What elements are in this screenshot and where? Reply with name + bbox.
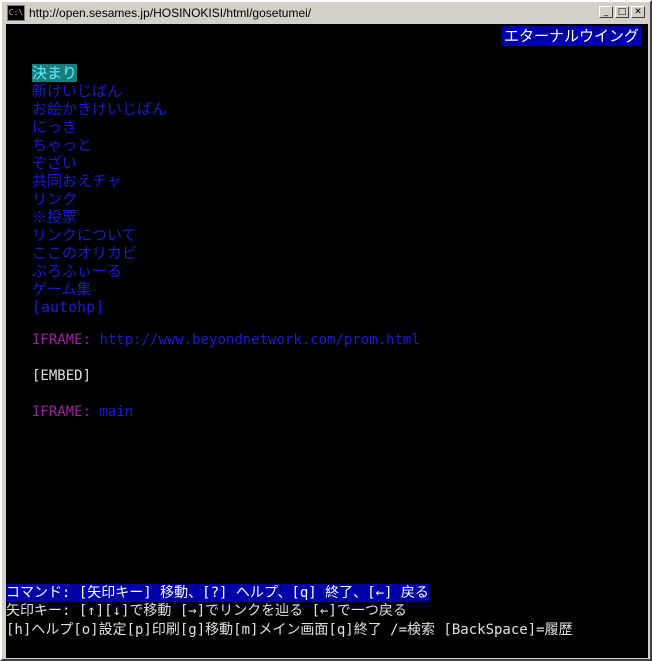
close-button[interactable]: ✕ (631, 6, 645, 18)
console-icon[interactable]: C:\ (7, 5, 25, 21)
minimize-button[interactable]: _ (599, 6, 613, 18)
menu-link-profile[interactable]: ぷろふぃーる (32, 262, 167, 280)
command-bar: コマンド: [矢印キー] 移動、[?] ヘルプ、[q] 終了、[←] 戻る (6, 584, 429, 602)
iframe-row-1: IFRAME: http://www.beyondnetwork.com/pro… (32, 332, 420, 348)
menu-link-rules[interactable]: 決まり (32, 64, 78, 82)
embed-placeholder: [EMBED] (32, 368, 92, 384)
menu-link-vote[interactable]: ※投票 (32, 208, 167, 226)
iframe-label: IFRAME: (32, 332, 92, 348)
menu-link-diary[interactable]: にっき (32, 118, 167, 136)
maximize-button[interactable]: □ (615, 6, 629, 18)
iframe-row-2: IFRAME: main (32, 404, 133, 420)
menu-link-materials[interactable]: ぞざい (32, 154, 167, 172)
help-line-arrows: 矢印キー: [↑][↓]で移動 [→]でリンクを辿る [←]で一つ戻る (6, 603, 407, 619)
menu-link-autohp[interactable]: [autohp] (32, 298, 167, 316)
console-area[interactable]: エターナルウイング 決まり 新けいじばん お絵かきけいじばん にっき ちゃっと … (6, 24, 648, 658)
help-line-keys: [h]ヘルプ[o]設定[p]印刷[g]移動[m]メイン画面[q]終了 /=検索 … (6, 622, 573, 638)
menu-link-original-kirby[interactable]: ここのオリカビ (32, 244, 167, 262)
iframe-link-main[interactable]: main (99, 404, 133, 420)
iframe-label: IFRAME: (32, 404, 92, 420)
iframe-link-prom[interactable]: http://www.beyondnetwork.com/prom.html (99, 332, 419, 348)
menu-link-links[interactable]: リンク (32, 190, 167, 208)
site-title: エターナルウイング (500, 26, 642, 46)
terminal-window: C:\ http://open.sesames.jp/HOSINOKISI/ht… (0, 0, 652, 661)
menu-link-games[interactable]: ゲーム集 (32, 280, 167, 298)
menu-link-oekaki-bbs[interactable]: お絵かきけいじばん (32, 100, 167, 118)
status-area: コマンド: [矢印キー] 移動、[?] ヘルプ、[q] 終了、[←] 戻る 矢印… (6, 584, 648, 640)
menu-link-shared-oekaki-chat[interactable]: 共同おえチャ (32, 172, 167, 190)
menu-link-chat[interactable]: ちゃっと (32, 136, 167, 154)
window-title: http://open.sesames.jp/HOSINOKISI/html/g… (29, 6, 312, 20)
title-bar[interactable]: C:\ http://open.sesames.jp/HOSINOKISI/ht… (4, 4, 648, 22)
menu-link-about-links[interactable]: リンクについて (32, 226, 167, 244)
menu-link-new-bbs[interactable]: 新けいじばん (32, 82, 167, 100)
link-menu: 決まり 新けいじばん お絵かきけいじばん にっき ちゃっと ぞざい 共同おえチャ… (32, 64, 167, 316)
